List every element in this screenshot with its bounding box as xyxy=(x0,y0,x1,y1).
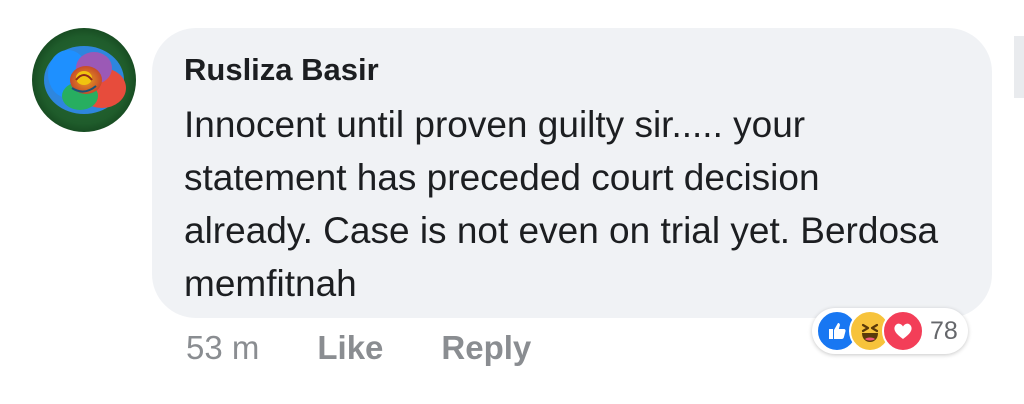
scrollbar[interactable] xyxy=(1014,36,1024,98)
comment-container: Rusliza Basir Innocent until proven guil… xyxy=(0,0,1024,404)
reactions-summary[interactable]: 78 xyxy=(812,308,968,354)
comment-text: Innocent until proven guilty sir..... yo… xyxy=(184,104,939,304)
like-button[interactable]: Like xyxy=(317,329,383,367)
comment-author[interactable]: Rusliza Basir xyxy=(184,50,960,90)
comment-bubble: Rusliza Basir Innocent until proven guil… xyxy=(152,28,992,318)
rose-avatar-icon xyxy=(32,28,136,132)
love-icon xyxy=(882,310,924,352)
comment-actions: 53 m Like Reply xyxy=(186,326,531,370)
reply-button[interactable]: Reply xyxy=(441,329,531,367)
comment-timestamp[interactable]: 53 m xyxy=(186,329,259,367)
reaction-count: 78 xyxy=(930,316,958,345)
avatar[interactable] xyxy=(32,28,136,132)
